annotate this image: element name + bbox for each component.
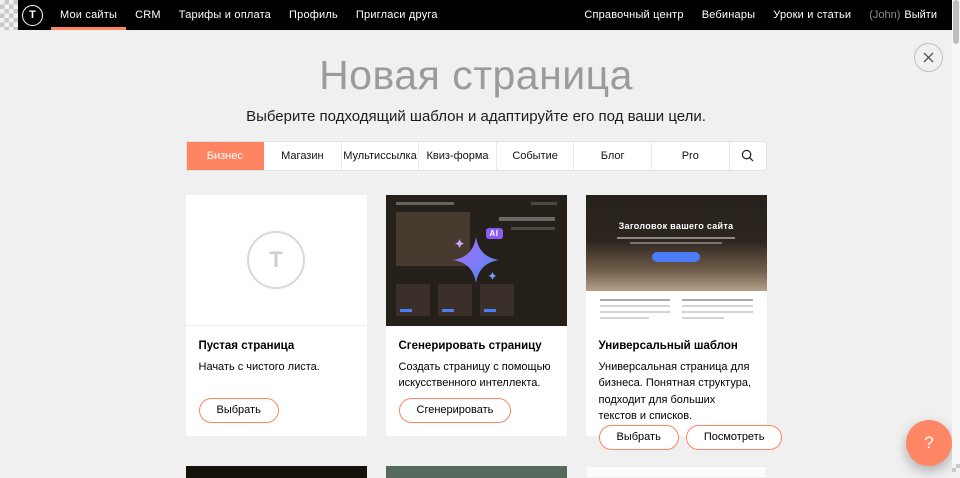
- preview-decor: [682, 317, 724, 319]
- nav-help-center[interactable]: Справочный центр: [575, 0, 692, 30]
- template-cards: T Пустая страница Начать с чистого листа…: [186, 195, 767, 436]
- blank-page-preview[interactable]: T: [186, 195, 367, 326]
- universal-template-preview[interactable]: Заголовок вашего сайта: [586, 195, 767, 326]
- help-button[interactable]: ?: [906, 420, 952, 466]
- preview-decor: [499, 217, 555, 221]
- card-description: Начать с чистого листа.: [199, 359, 354, 376]
- card-blank-page: T Пустая страница Начать с чистого листа…: [186, 195, 367, 436]
- topbar: T Мои сайты CRM Тарифы и оплата Профиль …: [0, 0, 952, 30]
- preview-decor: [396, 202, 454, 205]
- card-generate-page: AI Сгенерировать страницу Создать страни…: [386, 195, 567, 436]
- preview-decor: [600, 299, 671, 323]
- corner-checker-pattern: [952, 464, 960, 472]
- nav-invite-friend[interactable]: Пригласи друга: [347, 0, 447, 30]
- card-universal-template: Заголовок вашего сайта: [586, 195, 767, 436]
- main-content: Новая страница Выберите подходящий шабло…: [0, 30, 952, 478]
- preview-decor: [682, 305, 753, 307]
- user-session: (John) Выйти: [860, 9, 946, 21]
- ai-generate-preview[interactable]: AI: [386, 195, 567, 326]
- tab-search[interactable]: [730, 142, 766, 170]
- preview-blue-button: [652, 252, 700, 262]
- scrollbar-track[interactable]: [952, 0, 960, 472]
- tab-multilink[interactable]: Мультиссылка: [342, 142, 420, 170]
- preview-decor: [531, 202, 557, 205]
- nav-profile[interactable]: Профиль: [280, 0, 347, 30]
- preview-decor: [600, 305, 671, 307]
- tab-quiz-form[interactable]: Квиз-форма: [419, 142, 497, 170]
- question-icon: ?: [924, 433, 933, 453]
- nav-tariffs-payment[interactable]: Тарифы и оплата: [170, 0, 280, 30]
- preview-decor: [600, 311, 671, 313]
- tilda-circle-logo-icon: T: [247, 231, 305, 289]
- ai-badge: AI: [486, 228, 503, 239]
- nav-webinars[interactable]: Вебинары: [693, 0, 765, 30]
- preview-decor: [511, 227, 555, 230]
- tab-shop[interactable]: Магазин: [264, 142, 342, 170]
- tab-event[interactable]: Событие: [497, 142, 575, 170]
- nav-my-sites[interactable]: Мои сайты: [51, 0, 126, 30]
- preview-hero: Заголовок вашего сайта: [586, 195, 767, 291]
- card-buttons: Выбрать Посмотреть: [599, 425, 754, 450]
- topbar-nav-left: Мои сайты CRM Тарифы и оплата Профиль Пр…: [51, 0, 447, 30]
- tab-pro[interactable]: Pro: [652, 142, 730, 170]
- scrollbar-thumb[interactable]: [953, 0, 959, 44]
- page-title: Новая страница: [0, 52, 952, 100]
- preview-decor: [617, 237, 735, 239]
- generate-button[interactable]: Сгенерировать: [399, 398, 512, 423]
- topbar-nav-right: Справочный центр Вебинары Уроки и статьи…: [575, 0, 946, 30]
- preview-decor: [682, 299, 753, 323]
- card-buttons: Сгенерировать: [399, 398, 554, 423]
- corner-checker-pattern: [0, 0, 18, 30]
- logout-link[interactable]: Выйти: [904, 9, 937, 21]
- preview-decor: [630, 242, 722, 244]
- nav-crm[interactable]: CRM: [126, 0, 170, 30]
- card-buttons: Выбрать: [199, 398, 354, 423]
- page-subtitle: Выберите подходящий шаблон и адаптируйте…: [0, 108, 952, 125]
- tab-business[interactable]: Бизнес: [187, 142, 265, 170]
- preview-decor: [442, 309, 454, 312]
- card-body: Сгенерировать страницу Создать страницу …: [386, 326, 567, 436]
- preview-decor: [400, 309, 412, 312]
- tilda-logo-icon[interactable]: T: [22, 5, 43, 26]
- preview-decor: [600, 299, 671, 301]
- tilda-circle-logo-letter: T: [269, 247, 282, 273]
- card-body: Пустая страница Начать с чистого листа. …: [186, 326, 367, 436]
- card-title: Универсальный шаблон: [599, 340, 754, 352]
- preview-decor: [484, 309, 496, 312]
- card-body: Универсальный шаблон Универсальная стран…: [586, 326, 767, 463]
- user-name: (John): [869, 9, 900, 21]
- view-button[interactable]: Посмотреть: [686, 425, 783, 450]
- preview-text-section: [586, 291, 767, 326]
- preview-decor: [682, 299, 753, 301]
- choose-button[interactable]: Выбрать: [199, 398, 279, 423]
- choose-button[interactable]: Выбрать: [599, 425, 679, 450]
- card-title: Сгенерировать страницу: [399, 340, 554, 352]
- tab-blog[interactable]: Блог: [574, 142, 652, 170]
- card-description: Создать страницу с помощью искусственног…: [399, 359, 554, 392]
- search-icon: [741, 149, 754, 162]
- nav-lessons-articles[interactable]: Уроки и статьи: [764, 0, 860, 30]
- preview-site-heading: Заголовок вашего сайта: [619, 221, 734, 231]
- preview-decor: [682, 311, 753, 313]
- card-description: Универсальная страница для бизнеса. Поня…: [599, 359, 754, 425]
- tilda-logo-letter: T: [29, 9, 36, 21]
- ai-sparkle-icon: [447, 231, 505, 289]
- preview-decor: [396, 284, 430, 316]
- preview-decor: [600, 317, 649, 319]
- card-title: Пустая страница: [199, 340, 354, 352]
- template-category-tabs: Бизнес Магазин Мультиссылка Квиз-форма С…: [186, 141, 767, 171]
